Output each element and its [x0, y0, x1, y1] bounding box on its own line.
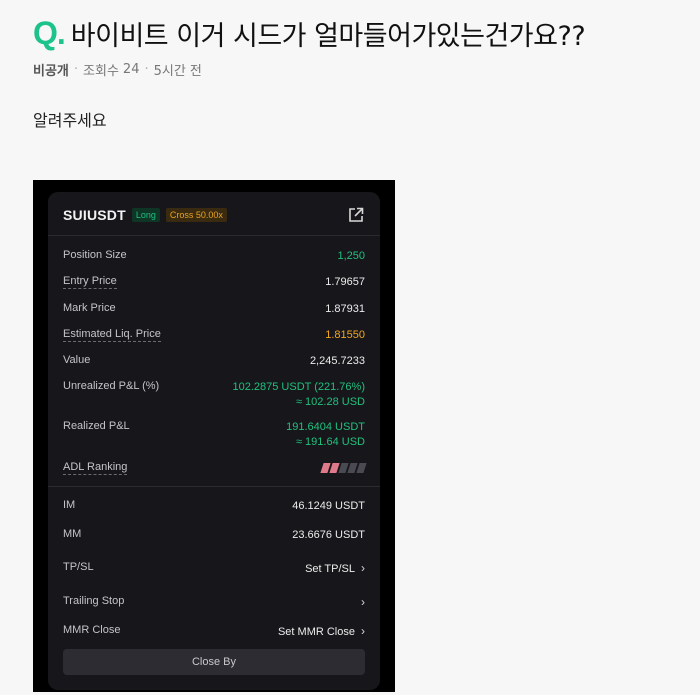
adl-ranking-bars [320, 463, 367, 473]
side-badge: Long [131, 208, 160, 222]
chevron-right-icon: › [361, 561, 365, 575]
entry-price-value: 1.79657 [325, 276, 365, 288]
section-divider [48, 486, 380, 487]
position-card: SUIUSDT Long Cross 50.00x Position Size … [48, 192, 380, 690]
mark-price-value: 1.87931 [325, 303, 365, 315]
row-position-size: Position Size 1,250 [63, 249, 365, 264]
entry-price-label[interactable]: Entry Price [63, 275, 117, 289]
row-adl-ranking: ADL Ranking [63, 461, 367, 475]
liq-price-label[interactable]: Estimated Liq. Price [63, 328, 161, 342]
realized-pnl-usdt: 191.6404 USDT [286, 421, 365, 433]
set-mmr-close-label: Set MMR Close [277, 626, 355, 638]
realized-pnl-label: Realized P&L [63, 420, 130, 432]
trailing-stop-label: Trailing Stop [63, 595, 125, 607]
views-count: 24 [122, 62, 140, 77]
question-text: 바이비트 이거 시드가 얼마들어가있는건가요?? [70, 21, 586, 52]
question-meta: 비공개 · 조회수 24 · 5시간 전 [33, 60, 202, 79]
row-mark-price: Mark Price 1.87931 [63, 302, 365, 317]
value-label: Value [63, 354, 91, 366]
position-symbol: SUIUSDT [63, 207, 126, 223]
chevron-right-icon: › [361, 624, 365, 638]
position-size-value: 1,250 [337, 250, 365, 262]
question-mark: Q. [33, 15, 66, 51]
liq-price-value: 1.81550 [325, 329, 365, 341]
share-icon[interactable] [347, 206, 365, 224]
set-mmr-close-button[interactable]: Set MMR Close › [278, 624, 365, 640]
adl-ranking-label[interactable]: ADL Ranking [63, 461, 128, 475]
value-value: 2,245.7233 [309, 355, 365, 367]
question-body: 알려주세요 [33, 111, 107, 130]
row-trailing-stop[interactable]: Trailing Stop › [63, 595, 365, 611]
trailing-stop-button[interactable]: › [355, 595, 365, 611]
header-divider [48, 235, 380, 236]
row-entry-price: Entry Price 1.79657 [63, 275, 365, 290]
set-tpsl-label: Set TP/SL [305, 563, 355, 575]
realized-pnl-value: 191.6404 USDT ≈ 191.64 USD [286, 420, 365, 450]
mmr-close-label: MMR Close [63, 624, 121, 636]
meta-separator: · [73, 62, 79, 77]
row-unrealized-pnl: Unrealized P&L (%) 102.2875 USDT (221.76… [63, 380, 365, 410]
unrealized-pnl-usdt: 102.2875 USDT (221.76%) [232, 381, 366, 393]
row-realized-pnl: Realized P&L 191.6404 USDT ≈ 191.64 USD [63, 420, 365, 450]
adl-bar [356, 463, 367, 473]
row-mmr-close[interactable]: MMR Close Set MMR Close › [63, 624, 365, 640]
im-label: IM [63, 499, 76, 511]
row-value: Value 2,245.7233 [63, 354, 365, 369]
post-time: 5시간 전 [153, 64, 202, 79]
tpsl-label: TP/SL [63, 561, 94, 573]
chevron-right-icon: › [361, 595, 365, 609]
attached-screenshot[interactable]: SUIUSDT Long Cross 50.00x Position Size … [33, 180, 395, 692]
row-liq-price: Estimated Liq. Price 1.81550 [63, 328, 365, 343]
set-tpsl-button[interactable]: Set TP/SL › [305, 561, 365, 577]
row-im: IM 46.1249 USDT [63, 499, 365, 514]
row-tpsl[interactable]: TP/SL Set TP/SL › [63, 561, 365, 577]
question-title: Q. 바이비트 이거 시드가 얼마들어가있는건가요?? [33, 14, 586, 53]
position-size-label: Position Size [63, 249, 127, 261]
views-label: 조회수 [83, 64, 119, 79]
im-value: 46.1249 USDT [292, 500, 365, 512]
realized-pnl-usd: ≈ 191.64 USD [295, 436, 365, 448]
margin-badge: Cross 50.00x [165, 208, 227, 222]
mm-label: MM [63, 528, 82, 540]
mark-price-label: Mark Price [63, 302, 116, 314]
mm-value: 23.6676 USDT [292, 529, 365, 541]
author-name: 비공개 [33, 64, 69, 79]
close-by-button[interactable]: Close By [63, 649, 365, 675]
unrealized-pnl-label: Unrealized P&L (%) [63, 380, 160, 392]
position-header: SUIUSDT Long Cross 50.00x [63, 204, 365, 226]
row-mm: MM 23.6676 USDT [63, 528, 365, 543]
meta-separator: · [144, 62, 149, 77]
unrealized-pnl-usd: ≈ 102.28 USD [295, 396, 365, 408]
unrealized-pnl-value: 102.2875 USDT (221.76%) ≈ 102.28 USD [233, 380, 366, 410]
